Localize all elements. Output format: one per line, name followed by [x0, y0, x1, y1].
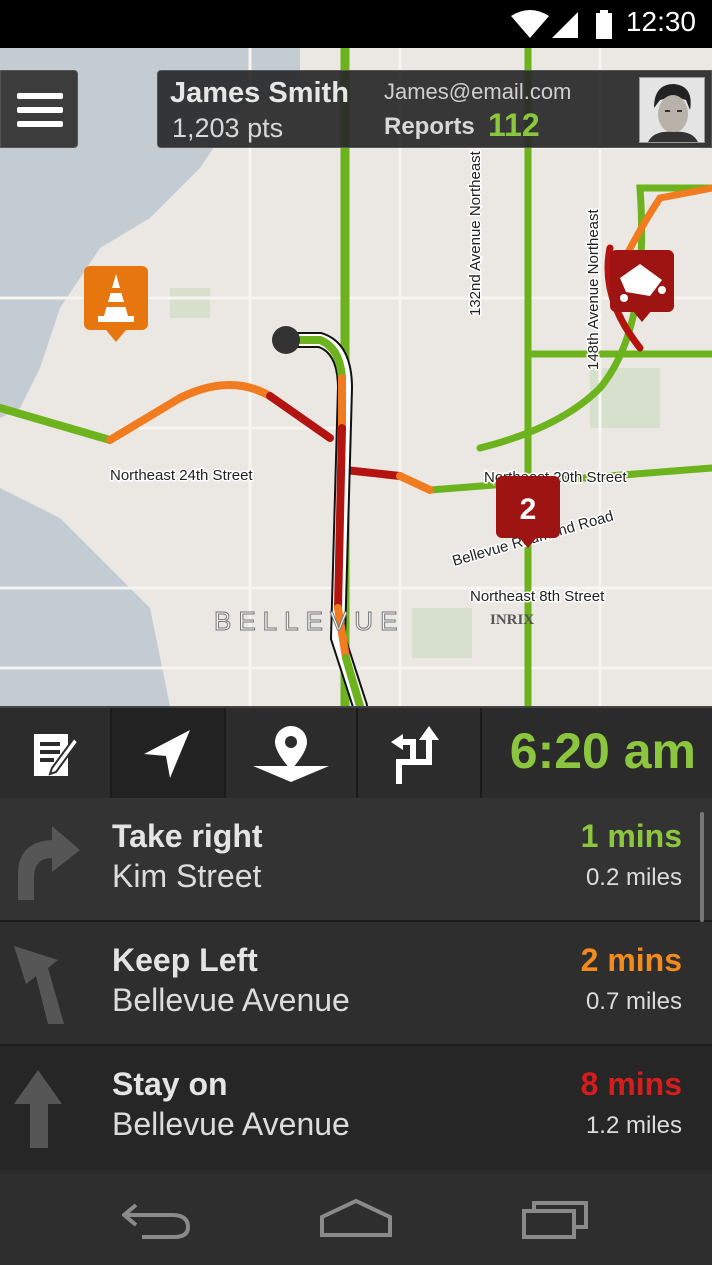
hamburger-icon [17, 93, 63, 99]
destination-button[interactable] [226, 708, 358, 800]
incident-cluster-marker[interactable]: 2 [496, 476, 560, 548]
keep-left-icon [14, 946, 64, 1024]
direction-action: Take right [112, 818, 263, 854]
direction-row[interactable]: Keep Left Bellevue Avenue 2 mins 0.7 mil… [0, 922, 712, 1046]
cell-signal-icon [552, 12, 578, 38]
user-name: James Smith [170, 77, 349, 109]
direction-time: 1 mins [580, 818, 682, 854]
eta-time: 6:20 am [509, 723, 696, 779]
user-email: James@email.com [384, 79, 572, 104]
scrollbar[interactable] [700, 812, 704, 922]
avatar[interactable] [639, 77, 705, 143]
direction-distance: 0.2 miles [585, 864, 682, 891]
cluster-count: 2 [520, 493, 537, 526]
construction-marker[interactable] [84, 266, 148, 342]
menu-button[interactable] [0, 70, 78, 148]
reports-label: Reports [384, 113, 475, 140]
route-start-marker [272, 326, 300, 354]
direction-time: 8 mins [580, 1066, 682, 1102]
route-fork-icon [391, 726, 439, 784]
home-icon[interactable] [318, 1197, 394, 1241]
street-label-148th: 148th Avenue Northeast [585, 208, 602, 370]
direction-action: Stay on [112, 1066, 228, 1102]
map-pin-icon [253, 726, 329, 782]
direction-time: 2 mins [580, 942, 682, 978]
back-icon[interactable] [122, 1197, 192, 1241]
accident-marker[interactable] [610, 250, 674, 322]
city-label: BELLEVUE [214, 606, 404, 636]
straight-arrow-icon [14, 1070, 62, 1148]
direction-row[interactable]: Stay on Bellevue Avenue 8 mins 1.2 miles [0, 1046, 712, 1170]
navigation-toolbar: 6:20 am [0, 706, 712, 800]
direction-distance: 1.2 miles [585, 1112, 682, 1139]
direction-street: Bellevue Avenue [112, 1106, 350, 1142]
turn-right-icon [18, 826, 80, 900]
street-label-ne8: Northeast 8th Street [470, 588, 605, 605]
lake-area-south [0, 488, 170, 706]
directions-list: Take right Kim Street 1 mins 0.2 miles K… [0, 798, 712, 1173]
navigation-arrow-icon [144, 730, 190, 778]
edit-report-icon [34, 734, 80, 776]
direction-row[interactable]: Take right Kim Street 1 mins 0.2 miles [0, 798, 712, 922]
recent-apps-icon[interactable] [520, 1197, 590, 1241]
direction-street: Kim Street [112, 858, 262, 894]
status-bar: 12:30 [0, 0, 712, 48]
direction-distance: 0.7 miles [585, 988, 682, 1015]
navigate-button[interactable] [112, 708, 226, 800]
direction-street: Bellevue Avenue [112, 982, 350, 1018]
wifi-icon [511, 10, 549, 38]
reports-count: 112 [488, 107, 540, 143]
user-points: 1,203 pts [172, 113, 284, 143]
user-profile-card[interactable]: James Smith 1,203 pts James@email.com Re… [157, 70, 712, 148]
direction-action: Keep Left [112, 942, 258, 978]
clock: 12:30 [625, 6, 696, 37]
system-nav-bar [0, 1173, 712, 1265]
route-options-button[interactable] [358, 708, 482, 800]
street-label-132nd: 132nd Avenue Northeast [467, 150, 484, 316]
provider-logo: INRIX [490, 612, 534, 628]
street-label-ne24: Northeast 24th Street [110, 467, 253, 484]
avatar-photo [640, 78, 704, 142]
report-button[interactable] [0, 708, 112, 800]
battery-icon [596, 10, 612, 39]
